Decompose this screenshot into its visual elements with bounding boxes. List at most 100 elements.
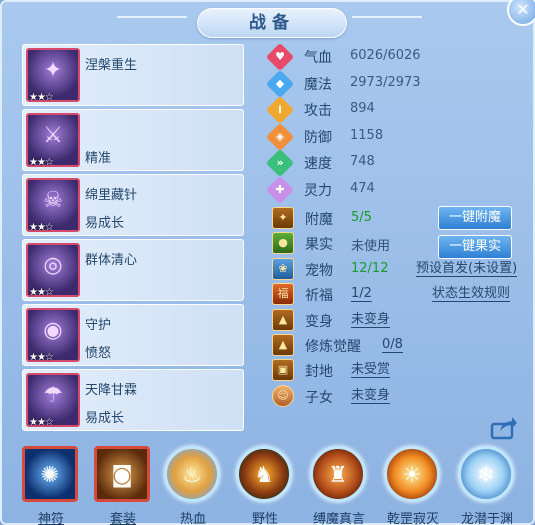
stat-value: 474 (350, 180, 375, 196)
cultivation-icon: ▲ (272, 333, 294, 356)
attr-value: 12/12 (351, 260, 389, 276)
attr-enchant: ✦ 附魔 5/5 一键附魔 (270, 206, 535, 231)
share-icon[interactable] (490, 416, 518, 440)
rune-slot[interactable]: ✺ 神符 (20, 444, 82, 525)
qiangang-icon: ☀ (384, 446, 440, 502)
fruit-icon: ● (272, 232, 294, 255)
star-rating: ★★☆ (29, 417, 54, 428)
one-click-fruit-button[interactable]: 一键果实 (438, 235, 512, 260)
wild-slot[interactable]: ♞ 野性 (234, 444, 296, 525)
star-rating: ★★☆ (29, 352, 54, 363)
stat-label: 灵力 (304, 182, 332, 199)
attr-label: 子女 (305, 389, 333, 406)
attribute-list: ✦ 附魔 5/5 一键附魔 ● 果实 未使用 一键果实 ❀ 宠物 12/12 预… (270, 206, 535, 409)
stat-value: 894 (350, 101, 375, 116)
attr-child: ☺ 子女 未变身 (270, 384, 535, 409)
spirit-icon: ✚ (265, 175, 295, 204)
skill-card-6[interactable]: ☂ ★★☆ 天降甘霖 易成长 (22, 369, 244, 431)
skill-name: 涅槃重生 (85, 58, 138, 73)
attr-value[interactable]: 未变身 (351, 388, 391, 404)
title-ornament-left (117, 16, 187, 18)
transform-icon: ▲ (272, 308, 294, 331)
stats-list: ♥ 气血 6026/6026 ◆ 魔法 2973/2973 i 攻击 894 ◈… (265, 42, 530, 204)
attr-value[interactable]: 1/2 (351, 286, 372, 303)
close-button[interactable]: ✕ (507, 0, 535, 26)
attr-label: 修炼觉醒 (305, 338, 361, 355)
attr-blessing: 福 祈福 1/2 状态生效规则 (270, 282, 535, 307)
attr-label: 祈福 (305, 288, 333, 305)
title-ornament-right (352, 16, 422, 18)
skill-name: 守护 (85, 318, 112, 333)
stat-label: 攻击 (304, 103, 332, 119)
skill-name: 群体清心 (85, 253, 138, 268)
stat-value: 748 (350, 154, 375, 169)
dragon-slot[interactable]: ❄ 龙潜于渊 (456, 444, 518, 525)
child-icon: ☺ (272, 384, 294, 407)
star-rating: ★★☆ (29, 92, 54, 103)
rune-icon: ✺ (22, 446, 78, 502)
speed-icon: » (265, 148, 295, 178)
star-rating: ★★☆ (29, 287, 54, 298)
slot-label: 缚魔真言 (312, 512, 365, 525)
stat-mp: ◆ 魔法 2973/2973 (265, 69, 530, 98)
skill-card-1[interactable]: ✦ ★★☆ 涅槃重生 (22, 44, 244, 106)
bottom-skill-bar: ✺ 神符 ◙ 套装 ♨ 热血 ♞ 野性 ♜ 缚魔真言 ☀ 乾罡寂灭 ❄ 龙潜于渊 (20, 444, 530, 525)
attr-value[interactable]: 0/8 (382, 337, 403, 353)
heart-icon: ♥ (265, 42, 295, 72)
star-rating: ★★☆ (29, 222, 54, 233)
attr-pet: ❀ 宠物 12/12 预设首发(未设置) (270, 257, 535, 282)
blessing-icon: 福 (272, 283, 294, 306)
attr-value: 5/5 (351, 210, 372, 225)
skill-name: 绵里藏针 (85, 188, 138, 203)
skill-card-2[interactable]: ⚔ ★★☆ 精准 (22, 109, 244, 171)
slot-label: 野性 (251, 512, 278, 525)
seal-mantra-icon: ♜ (310, 446, 366, 502)
attr-value: 未使用 (351, 239, 391, 255)
skill-card-3[interactable]: ☠ ★★☆ 绵里藏针 易成长 (22, 174, 244, 236)
hot-blood-slot[interactable]: ♨ 热血 (162, 444, 224, 525)
stat-value: 1158 (350, 127, 384, 143)
skill-sub: 易成长 (85, 411, 125, 426)
stat-label: 魔法 (304, 76, 332, 93)
enchant-icon: ✦ (272, 207, 294, 229)
one-click-enchant-button[interactable]: 一键附魔 (438, 206, 512, 230)
attr-label: 附魔 (305, 212, 333, 228)
attr-value[interactable]: 未变身 (351, 312, 391, 328)
slot-label: 热血 (179, 512, 206, 525)
suit-slot[interactable]: ◙ 套装 (92, 444, 154, 525)
attr-value[interactable]: 未受赏 (351, 362, 391, 379)
attr-cultivation: ▲ 修炼觉醒 0/8 (270, 333, 535, 358)
skill-card-4[interactable]: ◎ ★★☆ 群体清心 (22, 239, 244, 301)
fief-icon: ▣ (272, 359, 294, 382)
slot-label: 乾罡寂灭 (386, 512, 439, 525)
slot-label: 龙潜于渊 (460, 512, 513, 525)
slot-label: 神符 (37, 512, 64, 525)
skill-sub: 愤怒 (85, 346, 112, 361)
attack-icon: i (265, 95, 295, 125)
slot-label: 套装 (109, 512, 136, 525)
skill-card-5[interactable]: ◉ ★★☆ 守护 愤怒 (22, 304, 244, 366)
wild-icon: ♞ (236, 446, 292, 502)
qiangang-slot[interactable]: ☀ 乾罡寂灭 (382, 444, 444, 525)
seal-mantra-slot[interactable]: ♜ 缚魔真言 (308, 444, 370, 525)
status-rule-link[interactable]: 状态生效规则 (432, 286, 511, 303)
attr-label: 宠物 (305, 262, 333, 279)
stat-label: 气血 (304, 50, 332, 66)
stat-label: 防御 (304, 129, 332, 146)
attr-label: 封地 (305, 364, 333, 381)
stat-speed: » 速度 748 (265, 148, 530, 178)
preset-starter-link[interactable]: 预设首发(未设置) (416, 261, 518, 277)
stat-value: 6026/6026 (350, 48, 421, 63)
panel-title: 战备 (197, 8, 347, 38)
attr-label: 果实 (305, 237, 333, 254)
stat-spirit: ✚ 灵力 474 (265, 175, 530, 204)
battle-prep-panel: 战备 ✕ ✦ ★★☆ 涅槃重生 ⚔ ★★☆ 精准 ☠ ★★☆ 绵里藏针 易成长 … (0, 0, 535, 525)
skill-list: ✦ ★★☆ 涅槃重生 ⚔ ★★☆ 精准 ☠ ★★☆ 绵里藏针 易成长 ◎ ★★☆… (22, 44, 244, 434)
stat-defense: ◈ 防御 1158 (265, 122, 530, 151)
close-icon: ✕ (516, 0, 530, 19)
stat-value: 2973/2973 (350, 74, 421, 90)
attr-transform: ▲ 变身 未变身 (270, 308, 535, 333)
mana-icon: ◆ (265, 69, 295, 98)
stat-label: 速度 (304, 156, 332, 172)
pet-icon: ❀ (272, 257, 294, 280)
